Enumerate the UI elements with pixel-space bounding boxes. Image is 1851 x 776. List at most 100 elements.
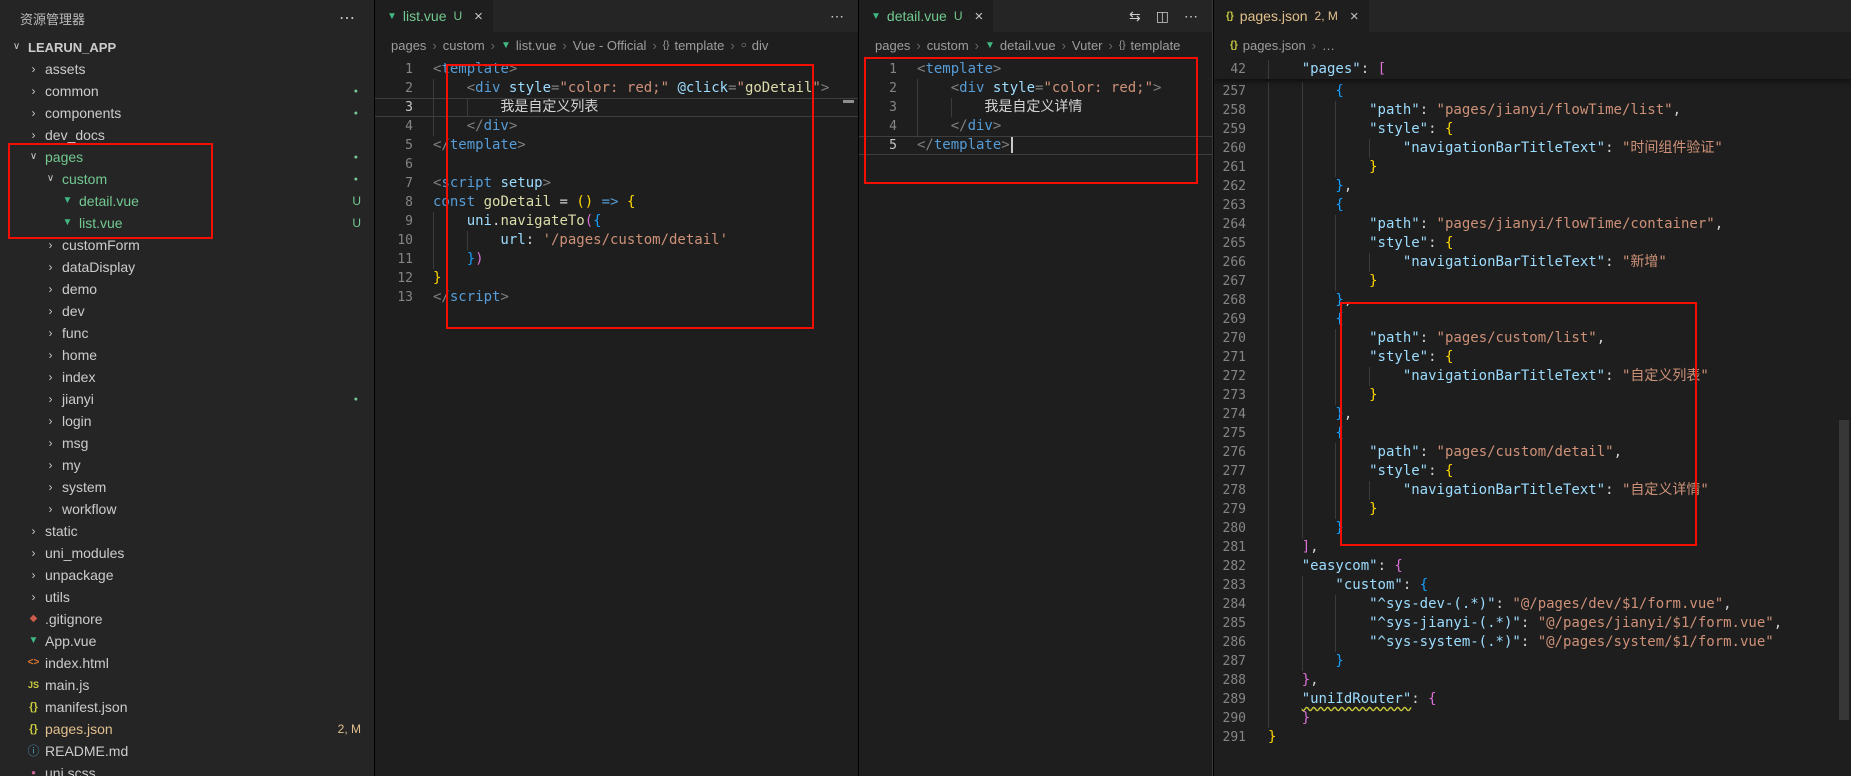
tree-folder-index[interactable]: ›index <box>0 366 374 388</box>
code-line[interactable]: 12} <box>375 269 858 288</box>
tree-folder-jianyi[interactable]: ›jianyi● <box>0 388 374 410</box>
code-line[interactable]: 268}, <box>1214 291 1851 310</box>
tree-file-.gitignore[interactable]: ◆.gitignore <box>0 608 374 630</box>
close-icon[interactable]: × <box>474 8 483 25</box>
split-editor-icon[interactable]: ◫ <box>1156 8 1169 25</box>
code-line[interactable]: 257{ <box>1214 82 1851 101</box>
code-line[interactable]: 1<template> <box>375 60 858 79</box>
code-line[interactable]: 289"uniIdRouter": { <box>1214 690 1851 709</box>
tree-folder-common[interactable]: ›common● <box>0 80 374 102</box>
tree-folder-components[interactable]: ›components● <box>0 102 374 124</box>
code-line[interactable]: 290} <box>1214 709 1851 728</box>
code-line[interactable]: 9uni.navigateTo({ <box>375 212 858 231</box>
breadcrumb-item[interactable]: pages.json <box>1243 38 1306 53</box>
tree-folder-login[interactable]: ›login <box>0 410 374 432</box>
tab-detail.vue[interactable]: ▼detail.vueU× <box>859 0 994 32</box>
code-line[interactable]: 279} <box>1214 500 1851 519</box>
code-line[interactable]: 5</template> <box>859 136 1212 155</box>
tree-folder-workflow[interactable]: ›workflow <box>0 498 374 520</box>
tree-file-pages.json[interactable]: {}pages.json2, M <box>0 718 374 740</box>
open-changes-icon[interactable]: ⇆ <box>1129 8 1141 25</box>
tree-file-main.js[interactable]: JSmain.js <box>0 674 374 696</box>
code-line[interactable]: 267} <box>1214 272 1851 291</box>
code-line[interactable]: 3我是自定义详情 <box>859 98 1212 117</box>
tree-file-manifest.json[interactable]: {}manifest.json <box>0 696 374 718</box>
breadcrumb-item[interactable]: template <box>1131 38 1181 53</box>
code-line[interactable]: 261} <box>1214 158 1851 177</box>
more-actions-icon[interactable]: ⋯ <box>830 8 844 25</box>
tree-file-index.html[interactable]: <>index.html <box>0 652 374 674</box>
code-line[interactable]: 258"path": "pages/jianyi/flowTime/list", <box>1214 101 1851 120</box>
code-line[interactable]: 11}) <box>375 250 858 269</box>
code-line[interactable]: 272"navigationBarTitleText": "自定义列表" <box>1214 367 1851 386</box>
code-line[interactable]: 265"style": { <box>1214 234 1851 253</box>
code-line[interactable]: 4</div> <box>859 117 1212 136</box>
breadcrumb-item[interactable]: custom <box>927 38 969 53</box>
tree-folder-unpackage[interactable]: ›unpackage <box>0 564 374 586</box>
code-line[interactable]: 2<div style="color: red;" @click="goDeta… <box>375 79 858 98</box>
code-line[interactable]: 1<template> <box>859 60 1212 79</box>
scrollbar-thumb[interactable] <box>1839 420 1849 720</box>
tree-folder-assets[interactable]: ›assets <box>0 58 374 80</box>
code-line[interactable]: 270"path": "pages/custom/list", <box>1214 329 1851 348</box>
code-line[interactable]: 285"^sys-jianyi-(.*)": "@/pages/jianyi/$… <box>1214 614 1851 633</box>
tab-pages.json[interactable]: {}pages.json2, M× <box>1214 0 1370 32</box>
code-line[interactable]: 259"style": { <box>1214 120 1851 139</box>
tree-folder-uni_modules[interactable]: ›uni_modules <box>0 542 374 564</box>
code-line[interactable]: 266"navigationBarTitleText": "新增" <box>1214 253 1851 272</box>
tree-folder-customForm[interactable]: ›customForm <box>0 234 374 256</box>
breadcrumb-item[interactable]: pages <box>875 38 910 53</box>
breadcrumb-item[interactable]: Vuter <box>1072 38 1103 53</box>
code-line[interactable]: 264"path": "pages/jianyi/flowTime/contai… <box>1214 215 1851 234</box>
sticky-scroll-line[interactable]: 42"pages": [ <box>1214 60 1851 79</box>
tree-folder-LEARUN_APP[interactable]: ∨LEARUN_APP <box>0 36 374 58</box>
code-line[interactable]: 282"easycom": { <box>1214 557 1851 576</box>
tree-folder-dev[interactable]: ›dev <box>0 300 374 322</box>
tree-file-list.vue[interactable]: ▼list.vueU <box>0 212 374 234</box>
code-line[interactable]: 7<script setup> <box>375 174 858 193</box>
code-line[interactable]: 286"^sys-system-(.*)": "@/pages/system/$… <box>1214 633 1851 652</box>
tree-folder-func[interactable]: ›func <box>0 322 374 344</box>
close-icon[interactable]: × <box>1350 8 1359 25</box>
code-line[interactable]: 284"^sys-dev-(.*)": "@/pages/dev/$1/form… <box>1214 595 1851 614</box>
code-line[interactable]: 288}, <box>1214 671 1851 690</box>
close-icon[interactable]: × <box>975 8 984 25</box>
tree-folder-dataDisplay[interactable]: ›dataDisplay <box>0 256 374 278</box>
code-line[interactable]: 263{ <box>1214 196 1851 215</box>
code-line[interactable]: 278"navigationBarTitleText": "自定义详情" <box>1214 481 1851 500</box>
code-line[interactable]: 280} <box>1214 519 1851 538</box>
tab-list.vue[interactable]: ▼list.vueU× <box>375 0 494 32</box>
tree-file-App.vue[interactable]: ▼App.vue <box>0 630 374 652</box>
breadcrumb-item[interactable]: list.vue <box>516 38 556 53</box>
more-actions-icon[interactable]: ⋯ <box>1184 8 1198 25</box>
more-actions-icon[interactable]: ⋯ <box>339 8 356 28</box>
breadcrumb-item[interactable]: pages <box>391 38 426 53</box>
code-line[interactable]: 269{ <box>1214 310 1851 329</box>
code-line[interactable]: 274}, <box>1214 405 1851 424</box>
breadcrumb-item[interactable]: template <box>674 38 724 53</box>
tree-file-detail.vue[interactable]: ▼detail.vueU <box>0 190 374 212</box>
code-line[interactable]: 271"style": { <box>1214 348 1851 367</box>
tree-folder-demo[interactable]: ›demo <box>0 278 374 300</box>
code-line[interactable]: 3我是自定义列表 <box>375 98 858 117</box>
code-line[interactable]: 2<div style="color: red;"> <box>859 79 1212 98</box>
code-line[interactable]: 13</script> <box>375 288 858 307</box>
breadcrumb-item[interactable]: detail.vue <box>1000 38 1056 53</box>
code-line[interactable]: 4</div> <box>375 117 858 136</box>
code-line[interactable]: 5</template> <box>375 136 858 155</box>
tree-folder-dev_docs[interactable]: ›dev_docs <box>0 124 374 146</box>
tree-folder-static[interactable]: ›static <box>0 520 374 542</box>
code-line[interactable]: 260"navigationBarTitleText": "时间组件验证" <box>1214 139 1851 158</box>
code-line[interactable]: 262}, <box>1214 177 1851 196</box>
tree-file-README.md[interactable]: ⓘREADME.md <box>0 740 374 762</box>
tree-file-uni.scss[interactable]: ●uni.scss <box>0 762 374 776</box>
tree-folder-utils[interactable]: ›utils <box>0 586 374 608</box>
code-line[interactable]: 10url: '/pages/custom/detail' <box>375 231 858 250</box>
tree-folder-msg[interactable]: ›msg <box>0 432 374 454</box>
tree-folder-custom[interactable]: ∨custom● <box>0 168 374 190</box>
breadcrumb-item[interactable]: div <box>752 38 769 53</box>
code-line[interactable]: 6 <box>375 155 858 174</box>
breadcrumb-item[interactable]: … <box>1322 38 1335 53</box>
code-line[interactable]: 276"path": "pages/custom/detail", <box>1214 443 1851 462</box>
tree-folder-my[interactable]: ›my <box>0 454 374 476</box>
